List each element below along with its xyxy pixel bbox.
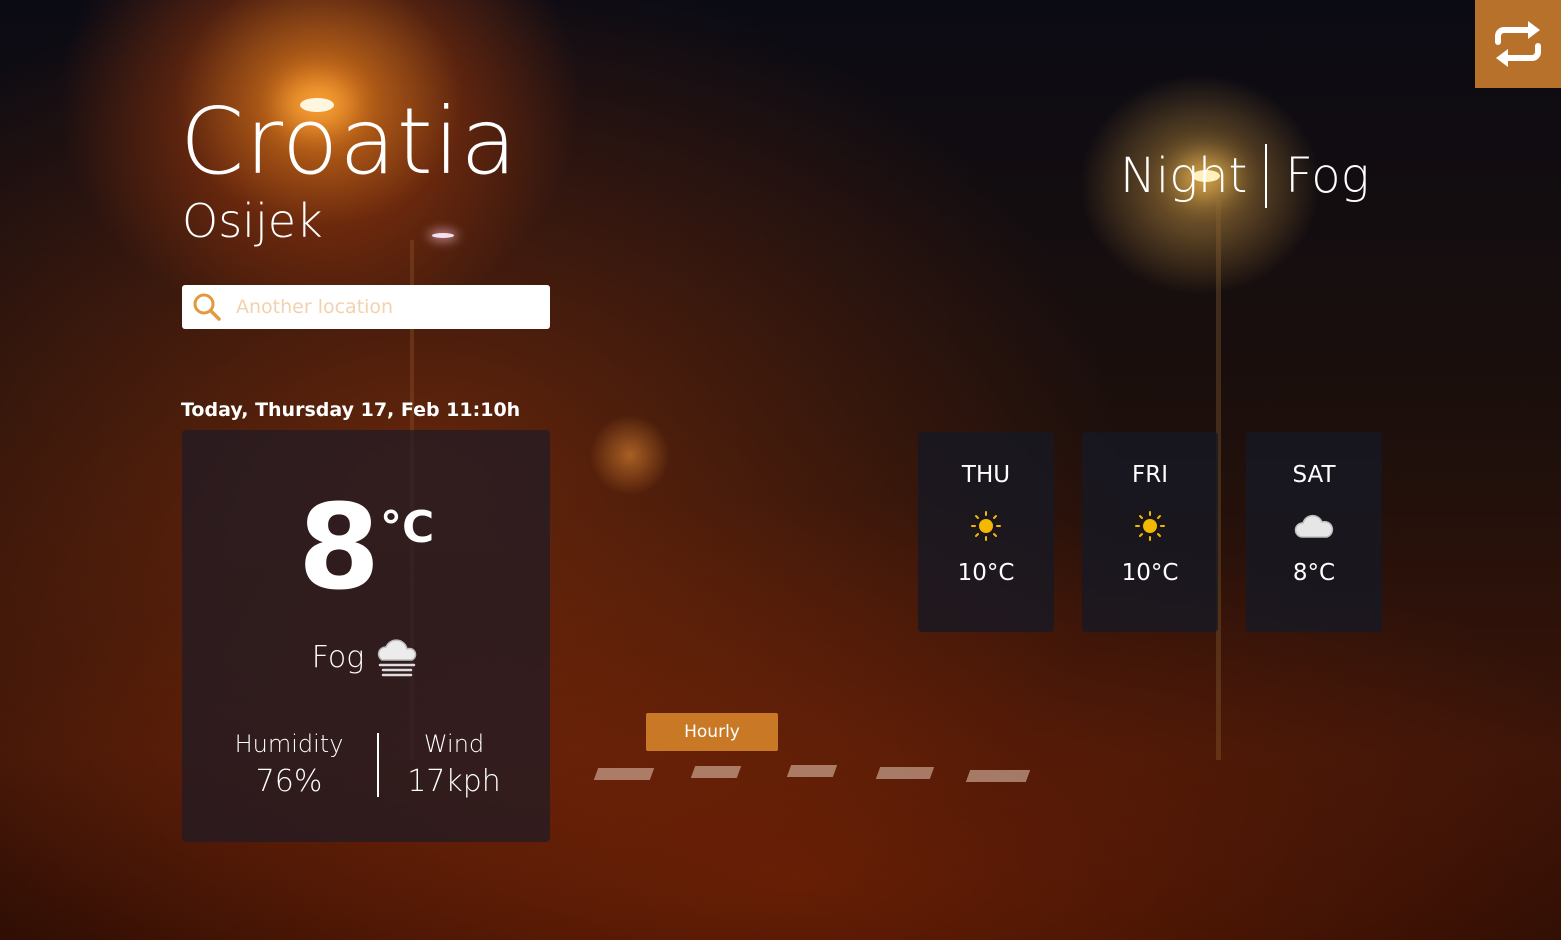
- current-condition-label: Fog: [311, 639, 365, 675]
- city-name: Osijek: [182, 194, 323, 248]
- search-bar[interactable]: [182, 285, 550, 329]
- current-datetime: Today, Thursday 17, Feb 11:10h: [181, 399, 521, 421]
- forecast-card-sat: SAT 8°C: [1246, 432, 1382, 632]
- search-icon[interactable]: [192, 292, 222, 322]
- forecast-card-fri: FRI 10°C: [1082, 432, 1218, 632]
- weather-summary: Night Fog: [1120, 143, 1369, 209]
- forecast-day: SAT: [1292, 462, 1336, 488]
- sun-icon: [971, 511, 1001, 541]
- humidity-label: Humidity: [234, 730, 344, 758]
- toggle-units-button[interactable]: [1475, 0, 1561, 88]
- humidity-value: 76%: [255, 764, 323, 799]
- summary-condition: Fog: [1285, 148, 1370, 204]
- forecast-day: THU: [961, 462, 1011, 488]
- summary-divider: [1265, 144, 1268, 208]
- temperature-unit: °C: [380, 502, 435, 553]
- search-input[interactable]: [234, 295, 538, 319]
- fog-icon: [378, 639, 417, 677]
- current-condition: Fog: [182, 636, 550, 678]
- forecast-temp: 8°C: [1292, 560, 1336, 586]
- time-of-day: Night: [1120, 148, 1248, 204]
- current-weather-card: 8 °C Fog Humidity 76% Wind 17kph: [182, 430, 550, 842]
- forecast-temp: 10°C: [957, 560, 1015, 586]
- forecast-temp: 10°C: [1121, 560, 1179, 586]
- forecast-day: FRI: [1132, 462, 1168, 488]
- current-temperature: 8: [298, 478, 381, 616]
- repeat-icon: [1495, 21, 1541, 67]
- hourly-button[interactable]: Hourly: [646, 713, 778, 751]
- wind-stat: Wind 17kph: [379, 730, 529, 799]
- forecast-card-thu: THU 10°C: [918, 432, 1054, 632]
- wind-label: Wind: [423, 730, 485, 758]
- sun-icon: [1135, 511, 1165, 541]
- wind-value: 17kph: [407, 764, 501, 799]
- humidity-stat: Humidity 76%: [214, 730, 364, 799]
- country-name: Croatia: [180, 88, 518, 195]
- cloud-icon: [1294, 514, 1334, 538]
